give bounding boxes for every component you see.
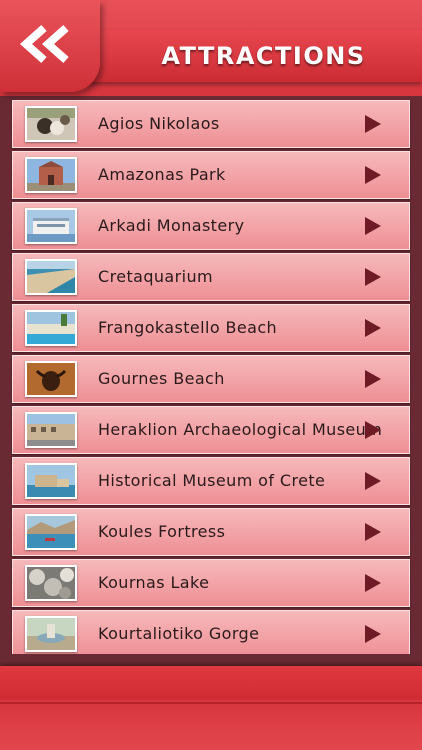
chevron-right-icon (365, 523, 381, 541)
thumbnail-image (25, 208, 77, 244)
list-item[interactable]: Arkadi Monastery (12, 202, 410, 250)
list-item-label: Kournas Lake (98, 573, 210, 592)
list-item-label: Koules Fortress (98, 522, 226, 541)
list-item-label: Arkadi Monastery (98, 216, 245, 235)
attractions-list[interactable]: Agios Nikolaos Amazonas Park Arkadi Mona… (10, 96, 412, 654)
chevron-right-icon (365, 115, 381, 133)
header-bar: ATTRACTIONS (0, 0, 422, 96)
chevron-right-icon (365, 625, 381, 643)
thumbnail-image (25, 412, 77, 448)
chevron-right-icon (365, 166, 381, 184)
thumbnail-image (25, 157, 77, 193)
list-item[interactable]: Frangokastello Beach (12, 304, 410, 352)
chevron-right-icon (365, 319, 381, 337)
page-title: ATTRACTIONS (161, 42, 366, 70)
double-chevron-left-icon[interactable] (18, 24, 74, 64)
thumbnail-image (25, 616, 77, 652)
chevron-right-icon (365, 472, 381, 490)
thumbnail-image (25, 565, 77, 601)
list-item-label: Kourtaliotiko Gorge (98, 624, 260, 643)
footer-bar (0, 666, 422, 750)
list-item[interactable]: Koules Fortress (12, 508, 410, 556)
thumbnail-image (25, 514, 77, 550)
list-item-label: Gournes Beach (98, 369, 225, 388)
chevron-right-icon (365, 421, 381, 439)
chevron-right-icon (365, 217, 381, 235)
list-item-label: Agios Nikolaos (98, 114, 220, 133)
list-item-label: Historical Museum of Crete (98, 471, 326, 490)
list-item-label: Cretaquarium (98, 267, 213, 286)
chevron-right-icon (365, 574, 381, 592)
thumbnail-image (25, 259, 77, 295)
thumbnail-image (25, 310, 77, 346)
list-item[interactable]: Kourtaliotiko Gorge (12, 610, 410, 654)
thumbnail-image (25, 463, 77, 499)
list-item[interactable]: Gournes Beach (12, 355, 410, 403)
thumbnail-image (25, 361, 77, 397)
list-item[interactable]: Cretaquarium (12, 253, 410, 301)
list-item[interactable]: Amazonas Park (12, 151, 410, 199)
title-band: ATTRACTIONS (85, 30, 422, 82)
footer-divider (0, 702, 422, 704)
chevron-right-icon (365, 370, 381, 388)
chevron-right-icon (365, 268, 381, 286)
list-item-label: Heraklion Archaeological Museum (98, 420, 383, 439)
list-item[interactable]: Heraklion Archaeological Museum (12, 406, 410, 454)
list-item[interactable]: Agios Nikolaos (12, 100, 410, 148)
list-item[interactable]: Kournas Lake (12, 559, 410, 607)
thumbnail-image (25, 106, 77, 142)
list-item-label: Amazonas Park (98, 165, 226, 184)
list-item-label: Frangokastello Beach (98, 318, 278, 337)
list-item[interactable]: Historical Museum of Crete (12, 457, 410, 505)
back-button[interactable] (0, 0, 100, 92)
